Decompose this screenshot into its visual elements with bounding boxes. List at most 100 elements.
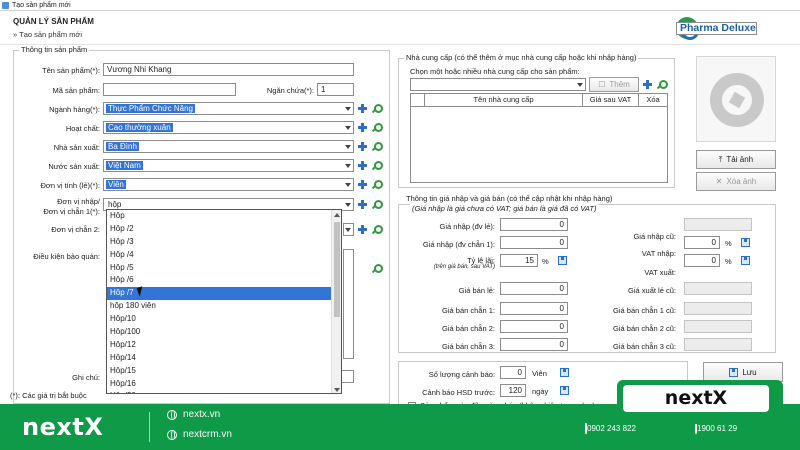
add-whole-unit-2-icon[interactable] bbox=[358, 225, 367, 234]
add-country-icon[interactable] bbox=[358, 161, 367, 170]
retail-unit-select[interactable]: Viên bbox=[103, 178, 354, 191]
retail-unit-label: Đơn vị tính (lẻ)(*): bbox=[40, 181, 100, 190]
whole1-price-input[interactable]: 0 bbox=[500, 302, 568, 315]
dropdown-option[interactable]: Hôp/14 bbox=[107, 352, 341, 365]
vat-out-label: VAT xuất: bbox=[644, 268, 676, 277]
note-label: Ghi chú: bbox=[72, 373, 100, 382]
dropdown-option[interactable]: Hôp /5 bbox=[107, 262, 341, 275]
chevron-down-icon[interactable] bbox=[343, 104, 352, 113]
dropdown-option[interactable]: Hôp/15 bbox=[107, 365, 341, 378]
dropdown-option[interactable]: Hôp /2 bbox=[107, 223, 341, 236]
scroll-thumb[interactable] bbox=[334, 222, 340, 317]
whole2-price-input[interactable]: 0 bbox=[500, 320, 568, 333]
dropdown-option[interactable]: Hôp/100 bbox=[107, 326, 341, 339]
scroll-down-icon[interactable] bbox=[334, 388, 340, 392]
whole2-price-label: Giá bán chẵn 2: bbox=[442, 324, 495, 333]
import-price-input[interactable]: 0 bbox=[500, 218, 568, 231]
chevron-down-icon[interactable] bbox=[343, 225, 352, 234]
margin-input[interactable]: 15 bbox=[500, 254, 538, 267]
import-unit-value: hộp bbox=[108, 200, 122, 209]
dropdown-option[interactable]: Hôp/20 bbox=[107, 390, 341, 393]
search-manufacturer-icon[interactable] bbox=[372, 142, 383, 151]
add-ingredient-icon[interactable] bbox=[358, 123, 367, 132]
search-country-icon[interactable] bbox=[372, 161, 383, 170]
save-icon[interactable] bbox=[741, 256, 750, 265]
save-icon[interactable] bbox=[558, 256, 567, 265]
stock-alert-unit: Viên bbox=[532, 369, 547, 378]
supplier-select[interactable] bbox=[410, 78, 586, 91]
expiry-alert-input[interactable]: 120 bbox=[500, 384, 526, 397]
save-icon[interactable] bbox=[560, 368, 569, 377]
search-import-unit-icon[interactable] bbox=[372, 200, 383, 209]
add-manufacturer-icon[interactable] bbox=[358, 142, 367, 151]
logo-text: Pharma Deluxe bbox=[676, 21, 757, 35]
search-storage-icon[interactable] bbox=[372, 264, 383, 273]
search-supplier-icon[interactable] bbox=[657, 80, 668, 89]
dropdown-option[interactable]: hôp 180 viên bbox=[107, 300, 341, 313]
stock-alert-input[interactable]: 0 bbox=[500, 366, 526, 379]
add-supplier-icon[interactable] bbox=[643, 80, 652, 89]
dropdown-option[interactable]: Hôp /4 bbox=[107, 249, 341, 262]
footer-phone-2[interactable]: 1900 61 29 bbox=[695, 423, 738, 434]
ingredient-select[interactable]: Cao thường xuân bbox=[103, 121, 354, 134]
footer-link-nextcrm[interactable]: nextcrm.vn bbox=[167, 429, 232, 440]
dropdown-option[interactable]: Hôp bbox=[107, 210, 341, 223]
search-whole-unit-2-icon[interactable] bbox=[372, 225, 383, 234]
delete-image-button[interactable]: ✕ Xóa ảnh bbox=[696, 172, 776, 191]
dropdown-option[interactable]: Hôp/16 bbox=[107, 378, 341, 391]
page-title: QUẢN LÝ SẢN PHẨM bbox=[13, 17, 94, 26]
whole3-price-input[interactable]: 0 bbox=[500, 338, 568, 351]
save-icon[interactable] bbox=[560, 386, 569, 395]
storage-list-edge[interactable] bbox=[343, 249, 354, 359]
add-supplier-button[interactable]: ☐ Thêm bbox=[589, 77, 639, 92]
chevron-down-icon[interactable] bbox=[343, 200, 352, 209]
add-retail-unit-icon[interactable] bbox=[358, 180, 367, 189]
supplier-table-header: Tên nhà cung cấp Giá sau VAT Xóa bbox=[411, 94, 667, 107]
footer-phone-1[interactable]: 0902 243 822 bbox=[585, 423, 636, 434]
chevron-down-icon[interactable] bbox=[575, 80, 584, 89]
category-select[interactable]: Thực Phẩm Chức Năng bbox=[103, 102, 354, 115]
pricing-legend: Thông tin giá nhập và giá bán (có thể cậ… bbox=[404, 194, 615, 203]
dropdown-scrollbar[interactable] bbox=[331, 210, 341, 393]
manufacturer-select[interactable]: Ba Đình bbox=[103, 140, 354, 153]
country-select[interactable]: Việt Nam bbox=[103, 159, 354, 172]
dropdown-option[interactable]: Hôp /3 bbox=[107, 236, 341, 249]
search-ingredient-icon[interactable] bbox=[372, 123, 383, 132]
unit-dropdown-list[interactable]: Hôp Hôp /2 Hôp /3 Hôp /4 Hôp /5 Hôp /6 Hôp /7 h… bbox=[106, 209, 342, 394]
vat-in-input[interactable]: 0 bbox=[684, 236, 720, 249]
retail-price-label: Giá bán lẻ: bbox=[458, 286, 495, 295]
dropdown-option[interactable]: Hôp/12 bbox=[107, 339, 341, 352]
footer-link-nextx[interactable]: nextx.vn bbox=[167, 409, 220, 420]
retail-unit-value: Viên bbox=[106, 180, 126, 189]
header-divider bbox=[0, 44, 800, 45]
add-import-unit-icon[interactable] bbox=[358, 200, 367, 209]
note-input[interactable] bbox=[341, 370, 354, 383]
chevron-down-icon[interactable] bbox=[343, 180, 352, 189]
scroll-up-icon[interactable] bbox=[334, 213, 340, 217]
pricing-note: (Giá nhập là giá chưa có VAT; giá bán là… bbox=[410, 204, 599, 213]
chevron-down-icon[interactable] bbox=[343, 123, 352, 132]
chevron-down-icon[interactable] bbox=[343, 161, 352, 170]
product-info-legend: Thông tin sản phẩm bbox=[19, 45, 90, 54]
search-retail-unit-icon[interactable] bbox=[372, 180, 383, 189]
search-category-icon[interactable] bbox=[372, 104, 383, 113]
chevron-down-icon[interactable] bbox=[343, 142, 352, 151]
container-input[interactable]: 1 bbox=[317, 83, 354, 96]
vat-out-input[interactable]: 0 bbox=[684, 254, 720, 267]
add-category-icon[interactable] bbox=[358, 104, 367, 113]
upload-image-button[interactable]: ⤒ Tải ảnh bbox=[696, 150, 776, 169]
save-button[interactable]: Lưu bbox=[703, 362, 783, 382]
phone-2-label: 1900 61 29 bbox=[697, 424, 738, 433]
dropdown-option[interactable]: Hôp/10 bbox=[107, 313, 341, 326]
save-icon[interactable] bbox=[741, 238, 750, 247]
name-input[interactable]: Vương Nhi Khang bbox=[103, 63, 354, 76]
code-input[interactable] bbox=[103, 83, 236, 96]
import-whole1-input[interactable]: 0 bbox=[500, 236, 568, 249]
import-whole1-label: Giá nhập (đv chẵn 1): bbox=[422, 240, 495, 249]
whole-unit-2-select[interactable] bbox=[343, 223, 354, 236]
expiry-alert-label: Cảnh báo HSD trước: bbox=[422, 388, 495, 397]
camera-aperture-icon bbox=[710, 73, 764, 127]
old-whole2-label: Giá bán chẵn 2 cũ: bbox=[613, 324, 676, 333]
retail-price-input[interactable]: 0 bbox=[500, 282, 568, 295]
import-unit-label-2: Đơn vị chẵn 1(*): bbox=[43, 207, 100, 216]
